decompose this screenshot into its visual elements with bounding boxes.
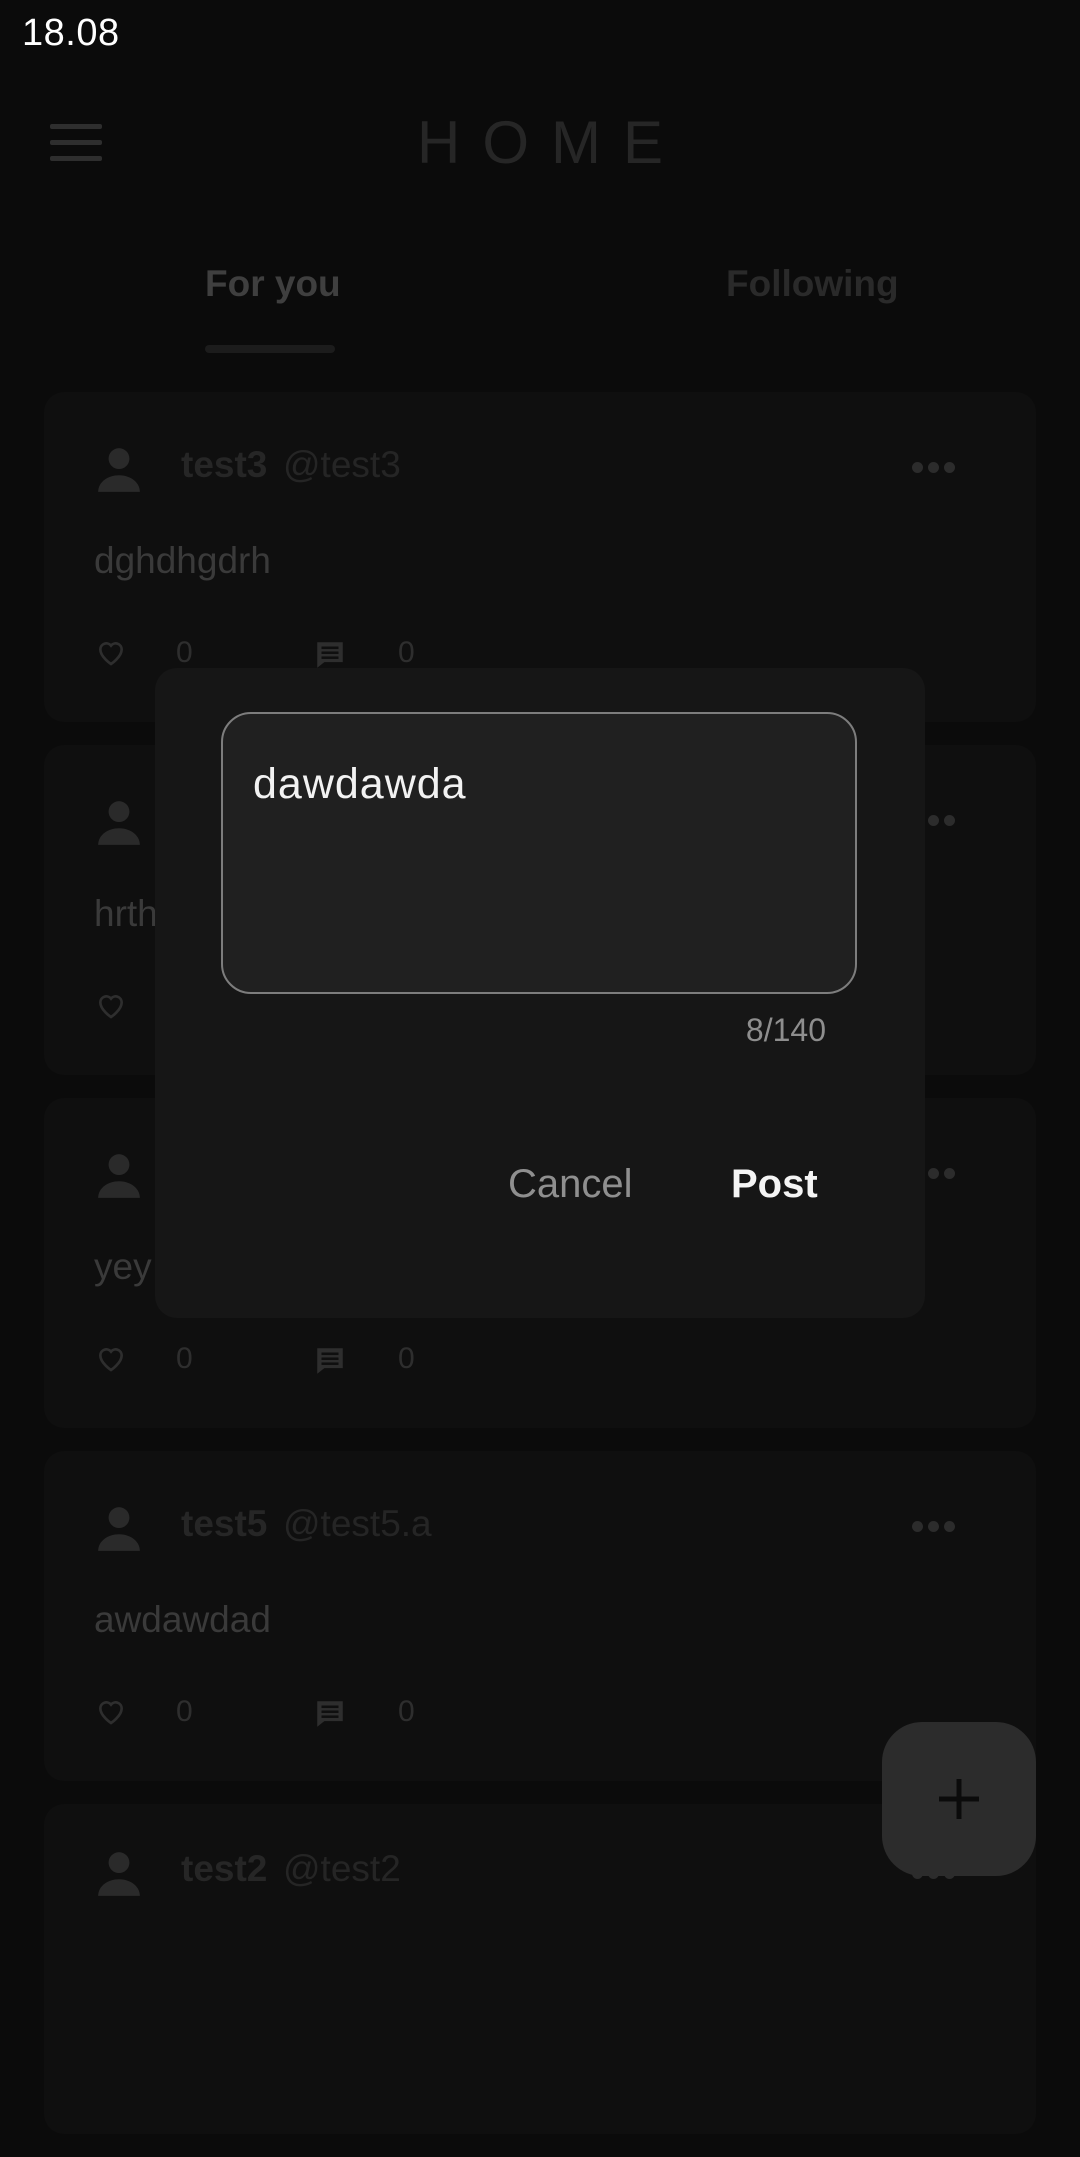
post-username[interactable]: test2 [181,1848,267,1890]
post-text-input[interactable]: dawdawda [221,712,857,994]
tab-for-you[interactable]: For you [205,263,341,305]
comment-icon[interactable] [312,638,348,672]
post-handle: @test2 [283,1848,401,1889]
like-count: 0 [176,636,193,669]
more-options-icon[interactable] [912,460,960,473]
tab-following[interactable]: Following [726,263,899,305]
person-icon [98,1507,140,1551]
post-card[interactable]: test5 @test5.a awdawdad 0 0 [44,1451,1036,1781]
heart-icon[interactable] [93,989,129,1021]
heart-icon[interactable] [93,1342,129,1374]
post-text: awdawdad [94,1599,271,1640]
comment-count: 0 [398,1342,415,1375]
app-bar: HOME [0,70,1080,210]
person-icon [98,801,140,845]
cancel-button[interactable]: Cancel [508,1162,633,1207]
post-text-input-value: dawdawda [253,760,467,808]
comment-icon[interactable] [312,1697,348,1731]
person-icon [98,1154,140,1198]
more-options-icon[interactable] [912,1519,960,1532]
comment-count: 0 [398,1695,415,1728]
comment-count: 0 [398,636,415,669]
page-title: HOME [417,109,685,176]
post-button[interactable]: Post [731,1162,818,1207]
post-text: hrth [94,893,158,934]
person-icon [98,1852,140,1896]
like-count: 0 [176,1695,193,1728]
new-post-button[interactable] [882,1722,1036,1876]
post-handle: @test3 [283,444,401,485]
post-text: dghdhgdrh [94,540,271,581]
status-time: 18.08 [22,12,120,54]
character-counter: 8/140 [745,1012,826,1048]
post-text: yey [94,1246,152,1287]
post-username[interactable]: test3 [181,444,267,486]
like-count: 0 [176,1342,193,1375]
person-icon [98,448,140,492]
plus-icon [939,1779,979,1819]
post-username[interactable]: test5 [181,1503,267,1545]
heart-icon[interactable] [93,636,129,668]
post-handle: @test5.a [283,1503,432,1544]
heart-icon[interactable] [93,1695,129,1727]
tab-indicator [205,345,335,353]
comment-icon[interactable] [312,1344,348,1378]
tab-bar: For you Following [0,255,1080,355]
compose-dialog: dawdawda 8/140 Cancel Post [155,668,925,1318]
